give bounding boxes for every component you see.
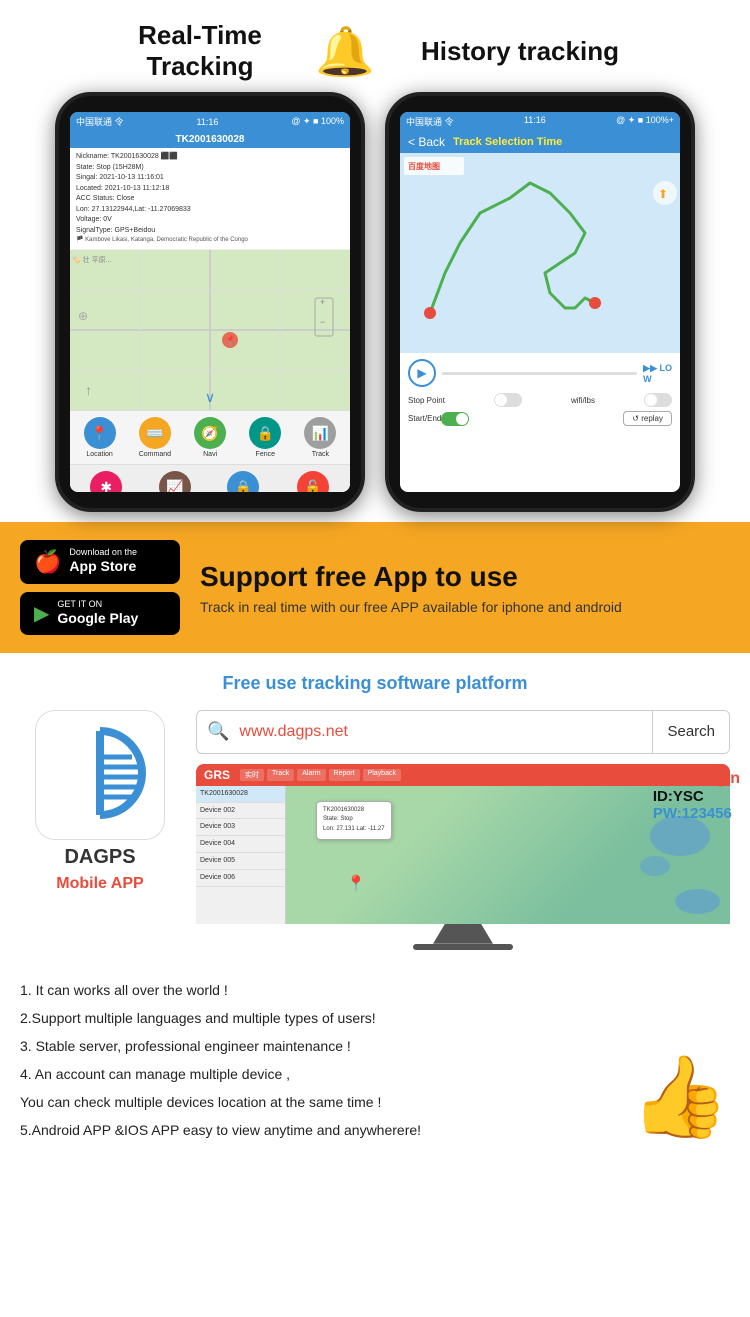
yellow-banner: 🍎 Download on the App Store ▶ GET IT ON … — [0, 522, 750, 652]
phone1-title: TK2001630028 — [70, 131, 350, 148]
feature-item-1: 1. It can works all over the world ! — [20, 976, 730, 1004]
demo-login-block: Demo login ID:YSC PW:123456 — [653, 770, 740, 822]
monitor-stand — [433, 924, 493, 944]
top-section: Real-Time Tracking 🔔 History tracking 中国… — [0, 0, 750, 522]
stop-point-toggle[interactable] — [494, 393, 522, 407]
phone1-map: 🏷️ 壮 平原... 📍 ↑ ⊕ + − ∨ — [70, 250, 350, 410]
platform-content: DAGPS Mobile APP 🔍 Search GRS — [20, 710, 730, 950]
svg-text:↑: ↑ — [85, 382, 92, 398]
demo-login-label: Demo login — [653, 770, 740, 788]
back-button[interactable]: < Back — [408, 135, 445, 149]
stop-point-row: Stop Point wifi/lbs — [408, 393, 672, 407]
app-store-button[interactable]: 🍎 Download on the App Store — [20, 540, 180, 583]
play-button[interactable]: ▶ — [408, 359, 436, 387]
demo-id: ID:YSC — [653, 788, 740, 805]
thumbs-up-icon: 👍 — [630, 1050, 730, 1144]
google-small-text: GET IT ON — [57, 600, 138, 609]
monitor-screen: GRS 实时 Track Alarm Report Playback — [196, 764, 730, 924]
platform-section: Free use tracking software platform — [0, 653, 750, 960]
phone1-action-buttons-2: ✱ Detail 📈 Mil 🔒 Defence 🔓 unDefence — [70, 464, 350, 492]
app-store-big-text: App Store — [69, 557, 137, 575]
phone-2: 中国联通 令 11:16 @ ✦ ■ 100%+ < Back Track Se… — [385, 92, 695, 512]
demo-pw: PW:123456 — [653, 805, 740, 822]
replay-button[interactable]: ↺ replay — [623, 411, 672, 426]
phone1-status-bar: 中国联通 令 11:16 @ ✦ ■ 100% — [70, 112, 350, 131]
map-pin: 📍 — [346, 874, 366, 894]
phone-1-screen: 中国联通 令 11:16 @ ✦ ■ 100% TK2001630028 Nic… — [70, 112, 350, 492]
apple-icon: 🍎 — [34, 549, 61, 575]
gps-sidebar: TK2001630028 Device 002 Device 003 Devic… — [196, 786, 286, 924]
feature-item-4: 4. An account can manage multiple device… — [20, 1060, 730, 1088]
google-big-text: Google Play — [57, 609, 138, 627]
start-end-toggle[interactable] — [441, 412, 469, 426]
history-label: History tracking — [390, 36, 650, 67]
phone2-status-bar: 中国联通 令 11:16 @ ✦ ■ 100%+ — [400, 112, 680, 131]
url-input[interactable] — [239, 723, 652, 741]
svg-text:−: − — [320, 317, 325, 327]
wifi-lbs-toggle[interactable] — [644, 393, 672, 407]
feature-row: Real-Time Tracking 🔔 History tracking — [10, 20, 740, 82]
banner-text: Support free App to use Track in real ti… — [200, 560, 730, 616]
banner-desc: Track in real time with our free APP ava… — [200, 599, 730, 615]
gps-popup: TK2001630028 State: Stop Lon: 27.131 Lat… — [316, 801, 392, 840]
platform-title: Free use tracking software platform — [20, 673, 730, 694]
platform-right: 🔍 Search GRS 实时 Track Ala — [196, 710, 730, 950]
bell-icon: 🔔 — [300, 23, 390, 80]
feature-item-5: 5.Android APP &IOS APP easy to view anyt… — [20, 1116, 730, 1144]
dagps-icon — [35, 710, 165, 840]
features-list: 1. It can works all over the world ! 2.S… — [20, 976, 730, 1144]
svg-text:⊕: ⊕ — [78, 309, 88, 323]
progress-bar[interactable] — [442, 372, 637, 375]
feature-item-4b: You can check multiple devices location … — [20, 1088, 730, 1116]
banner-title: Support free App to use — [200, 560, 730, 594]
mobile-app-label: Mobile APP — [56, 875, 143, 893]
phone2-controls: ▶ ▶▶ LOW Stop Point wifi/lbs Start/End — [400, 353, 680, 436]
google-play-icon: ▶ — [34, 601, 49, 626]
app-store-small-text: Download on the — [69, 548, 137, 557]
start-end-row: Start/End ↺ replay — [408, 411, 672, 426]
svg-text:🏷️ 壮 平原...: 🏷️ 壮 平原... — [72, 255, 111, 264]
dagps-label: DAGPS — [64, 846, 135, 869]
phone1-info: Nickname: TK2001630028 ⬛⬛ State: Stop (1… — [70, 148, 350, 250]
google-play-button[interactable]: ▶ GET IT ON Google Play — [20, 592, 180, 635]
svg-text:百度地图: 百度地图 — [408, 161, 440, 171]
store-buttons: 🍎 Download on the App Store ▶ GET IT ON … — [20, 540, 180, 634]
phone-1: 中国联通 令 11:16 @ ✦ ■ 100% TK2001630028 Nic… — [55, 92, 365, 512]
features-section: 1. It can works all over the world ! 2.S… — [0, 960, 750, 1164]
realtime-label: Real-Time Tracking — [100, 20, 300, 82]
monitor-base — [413, 944, 513, 950]
feature-item-2: 2.Support multiple languages and multipl… — [20, 1004, 730, 1032]
feature-item-3: 3. Stable server, professional engineer … — [20, 1032, 730, 1060]
monitor-block: GRS 实时 Track Alarm Report Playback — [196, 764, 730, 950]
phone2-title-bar: < Back Track Selection Time — [400, 131, 680, 153]
phone1-action-buttons: 📍 Location ⌨️ Command 🧭 Navi 🔒 Fence — [70, 410, 350, 464]
svg-text:⬆: ⬆ — [658, 187, 668, 201]
phone-2-screen: 中国联通 令 11:16 @ ✦ ■ 100%+ < Back Track Se… — [400, 112, 680, 492]
svg-text:📍: 📍 — [224, 334, 236, 347]
phone2-map: 百度地图 ⬆ — [400, 153, 680, 353]
phones-row: 中国联通 令 11:16 @ ✦ ■ 100% TK2001630028 Nic… — [10, 92, 740, 512]
monitor-container: GRS 实时 Track Alarm Report Playback — [196, 764, 730, 950]
app-icon-block: DAGPS Mobile APP — [20, 710, 180, 893]
search-icon: 🔍 — [197, 721, 239, 742]
search-button[interactable]: Search — [652, 711, 729, 753]
search-bar: 🔍 Search — [196, 710, 730, 754]
